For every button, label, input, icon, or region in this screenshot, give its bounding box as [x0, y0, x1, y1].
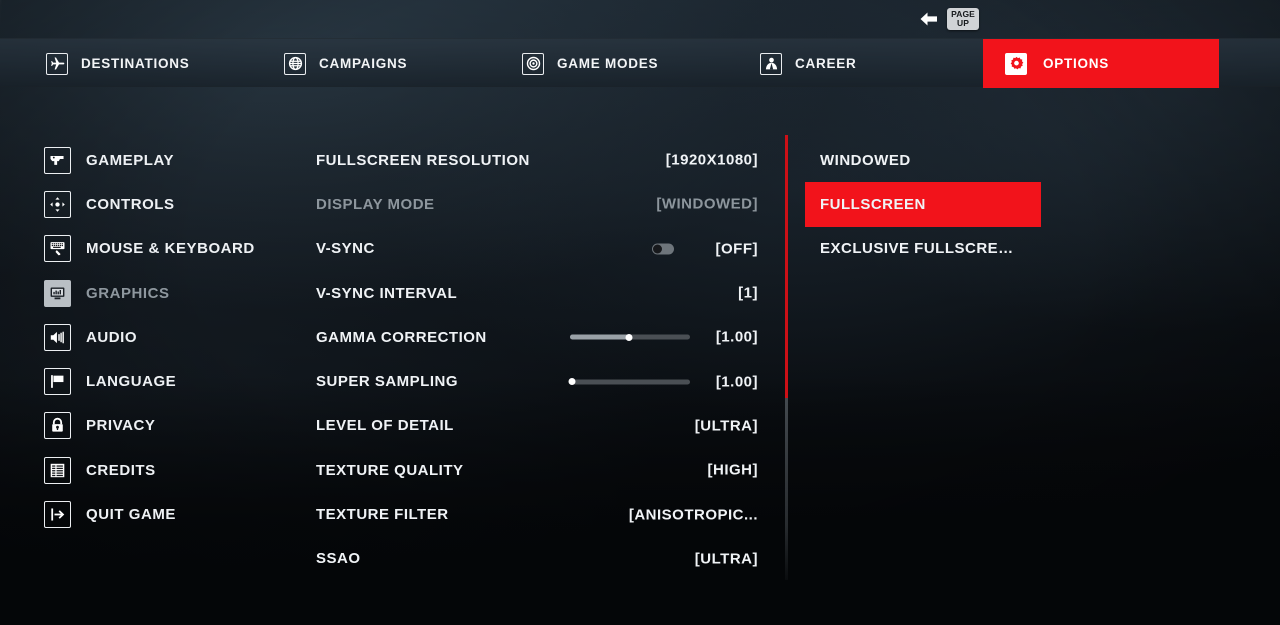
sidebar-item-label: LANGUAGE	[86, 373, 177, 391]
display-mode-options-panel: WINDOWED FULLSCREEN EXCLUSIVE FULLSCRE…	[805, 138, 1051, 271]
settings-list: FULLSCREEN RESOLUTION [1920X1080] DISPLA…	[316, 138, 758, 581]
setting-label: V-SYNC	[316, 240, 375, 258]
setting-row-level-of-detail[interactable]: LEVEL OF DETAIL [ULTRA]	[316, 404, 758, 448]
sidebar-item-audio[interactable]: AUDIO	[44, 315, 294, 359]
setting-label: TEXTURE QUALITY	[316, 461, 464, 479]
setting-row-super-sampling[interactable]: SUPER SAMPLING [1.00]	[316, 359, 758, 403]
toggle-knob	[653, 244, 662, 254]
setting-row-gamma-correction[interactable]: GAMMA CORRECTION [1.00]	[316, 315, 758, 359]
setting-label: SSAO	[316, 550, 361, 568]
sidebar-item-language[interactable]: LANGUAGE	[44, 359, 294, 403]
setting-value: [HIGH]	[707, 461, 758, 479]
setting-row-fullscreen-resolution[interactable]: FULLSCREEN RESOLUTION [1920X1080]	[316, 138, 758, 182]
setting-label: GAMMA CORRECTION	[316, 328, 487, 346]
top-navigation-bar: DESTINATIONS CAMPAIGNS GAME MODES CAREER…	[0, 38, 1280, 88]
sidebar-item-label: GAMEPLAY	[86, 151, 175, 169]
speaker-icon	[44, 323, 71, 351]
setting-label: FULLSCREEN RESOLUTION	[316, 151, 530, 169]
nav-tab-career[interactable]: CAREER	[744, 39, 857, 88]
globe-icon	[284, 52, 306, 75]
gear-icon	[1005, 52, 1027, 75]
list-icon	[44, 456, 71, 484]
sidebar-item-label: AUDIO	[86, 328, 138, 346]
sidebar-item-controls[interactable]: CONTROLS	[44, 182, 294, 226]
person-icon	[760, 52, 782, 75]
setting-value: [1920X1080]	[665, 151, 758, 169]
nav-tab-campaigns[interactable]: CAMPAIGNS	[268, 39, 407, 88]
sidebar-item-graphics[interactable]: GRAPHICS	[44, 271, 294, 315]
setting-row-texture-filter[interactable]: TEXTURE FILTER [ANISOTROPIC...	[316, 492, 758, 536]
sidebar-item-label: MOUSE & KEYBOARD	[86, 240, 255, 258]
nav-tab-destinations[interactable]: DESTINATIONS	[30, 39, 190, 88]
sidebar-item-privacy[interactable]: PRIVACY	[44, 404, 294, 448]
submenu-option-fullscreen[interactable]: FULLSCREEN	[805, 182, 1041, 227]
page-up-hint[interactable]: PAGE UP	[918, 8, 979, 30]
dpad-icon	[44, 190, 71, 218]
submenu-option-label: WINDOWED	[820, 151, 911, 169]
settings-category-sidebar: GAMEPLAY CONTROLS MOUSE & KEYBOARD GRAPH…	[44, 138, 294, 537]
arrow-left-icon	[918, 10, 940, 28]
nav-tab-game-modes[interactable]: GAME MODES	[506, 39, 658, 88]
keyboard-icon	[44, 235, 71, 263]
submenu-option-label: EXCLUSIVE FULLSCRE…	[820, 240, 1014, 258]
page-up-keycap: PAGE UP	[947, 8, 979, 30]
panel-divider-active	[785, 135, 788, 398]
sidebar-item-label: GRAPHICS	[86, 284, 170, 302]
setting-row-texture-quality[interactable]: TEXTURE QUALITY [HIGH]	[316, 448, 758, 492]
setting-row-display-mode[interactable]: DISPLAY MODE [WINDOWED]	[316, 182, 758, 226]
gamma-correction-slider[interactable]	[570, 333, 690, 341]
nav-tab-label: CAMPAIGNS	[319, 56, 408, 71]
flag-icon	[44, 368, 71, 396]
sidebar-item-label: PRIVACY	[86, 417, 156, 435]
setting-label: DISPLAY MODE	[316, 195, 435, 213]
setting-row-ssao[interactable]: SSAO [ULTRA]	[316, 537, 758, 581]
setting-value: [ANISOTROPIC...	[628, 506, 758, 524]
setting-value: [1]	[738, 284, 758, 302]
submenu-option-exclusive-fullscreen[interactable]: EXCLUSIVE FULLSCRE…	[805, 227, 1051, 271]
setting-label: SUPER SAMPLING	[316, 373, 459, 391]
setting-label: V-SYNC INTERVAL	[316, 284, 458, 302]
setting-label: TEXTURE FILTER	[316, 506, 449, 524]
exit-icon	[44, 501, 71, 529]
sidebar-item-gameplay[interactable]: GAMEPLAY	[44, 138, 294, 182]
nav-tab-label: GAME MODES	[557, 56, 659, 71]
nav-tab-options[interactable]: OPTIONS	[983, 39, 1219, 88]
submenu-option-label: FULLSCREEN	[820, 195, 926, 213]
setting-row-v-sync[interactable]: V-SYNC [OFF]	[316, 227, 758, 271]
slider-knob[interactable]	[568, 378, 576, 386]
nav-tab-label: OPTIONS	[1043, 56, 1110, 71]
sidebar-item-credits[interactable]: CREDITS	[44, 448, 294, 492]
lock-icon	[44, 412, 71, 440]
super-sampling-slider[interactable]	[568, 378, 690, 386]
sidebar-item-label: CREDITS	[86, 461, 156, 479]
airplane-icon	[46, 52, 68, 75]
panel-divider-inactive	[785, 398, 788, 580]
v-sync-toggle[interactable]	[652, 243, 674, 255]
sidebar-item-label: CONTROLS	[86, 195, 175, 213]
pistol-icon	[44, 146, 71, 174]
nav-tab-label: CAREER	[795, 56, 857, 71]
setting-row-v-sync-interval[interactable]: V-SYNC INTERVAL [1]	[316, 271, 758, 315]
setting-value: [ULTRA]	[694, 550, 758, 568]
setting-label: LEVEL OF DETAIL	[316, 417, 454, 435]
sidebar-item-label: QUIT GAME	[86, 506, 176, 524]
setting-value: [ULTRA]	[694, 417, 758, 435]
submenu-option-windowed[interactable]: WINDOWED	[805, 138, 1051, 182]
keycap-line-2: UP	[956, 17, 969, 28]
sidebar-item-quit-game[interactable]: QUIT GAME	[44, 492, 294, 536]
nav-tab-label: DESTINATIONS	[81, 56, 190, 71]
monitor-icon	[44, 279, 71, 307]
sidebar-item-mouse-keyboard[interactable]: MOUSE & KEYBOARD	[44, 227, 294, 271]
slider-knob[interactable]	[625, 333, 633, 341]
setting-value: [WINDOWED]	[656, 195, 758, 213]
setting-value: [1.00]	[715, 328, 758, 346]
setting-value: [OFF]	[715, 240, 758, 258]
setting-value: [1.00]	[715, 373, 758, 391]
slider-fill	[570, 334, 629, 340]
target-icon	[522, 52, 544, 75]
